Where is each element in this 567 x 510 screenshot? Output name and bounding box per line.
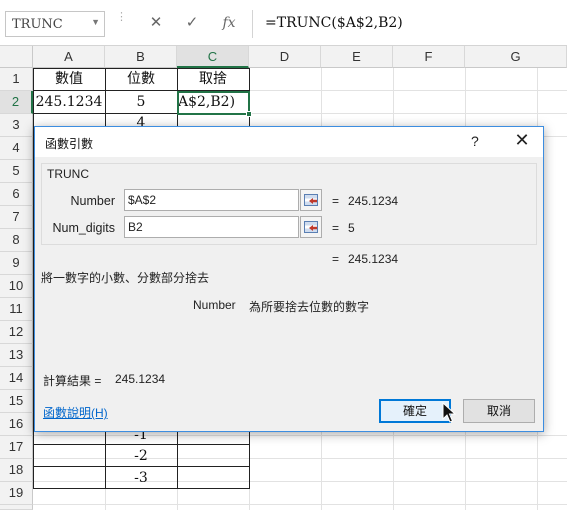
num-digits-result: 5: [348, 221, 355, 235]
row-header-20[interactable]: [0, 505, 33, 510]
cancel-button[interactable]: 取消: [463, 399, 535, 423]
help-icon[interactable]: ?: [471, 133, 479, 149]
function-arguments-dialog: 函數引數 ? ✕ TRUNC Number $A$2 = 245.1234 Nu…: [34, 126, 544, 432]
chevron-down-icon[interactable]: ▼: [91, 17, 100, 27]
close-icon[interactable]: ✕: [511, 130, 533, 152]
column-header-f[interactable]: F: [393, 46, 465, 68]
function-help-link[interactable]: 函數說明(H): [43, 404, 108, 421]
row-header-7[interactable]: 7: [0, 206, 33, 229]
active-cell-outline: [177, 91, 250, 115]
row-header-17[interactable]: 17: [0, 436, 33, 459]
row-header-4[interactable]: 4: [0, 137, 33, 160]
formula-input[interactable]: =TRUNC($A$2,B2): [252, 10, 567, 38]
row-header-16[interactable]: 16: [0, 413, 33, 436]
dialog-title: 函數引數: [45, 137, 94, 151]
equals-sign: =: [332, 194, 340, 208]
arg-description-text: 為所要捨去位數的數字: [249, 300, 370, 314]
name-box-value: TRUNC: [12, 17, 63, 32]
row-header-10[interactable]: 10: [0, 275, 33, 298]
ok-button[interactable]: 確定: [379, 399, 451, 423]
cell-b2[interactable]: 5: [105, 91, 177, 114]
num-digits-field[interactable]: B2: [124, 216, 299, 238]
function-name: TRUNC: [47, 167, 93, 181]
row-header-15[interactable]: 15: [0, 390, 33, 413]
row-header-12[interactable]: 12: [0, 321, 33, 344]
column-header-d[interactable]: D: [249, 46, 321, 68]
number-result: 245.1234: [348, 194, 399, 208]
row-header-14[interactable]: 14: [0, 367, 33, 390]
cell-b19[interactable]: -3: [105, 467, 177, 490]
collapse-dialog-icon[interactable]: [300, 189, 322, 211]
column-header-b[interactable]: B: [105, 46, 177, 68]
row-header-6[interactable]: 6: [0, 183, 33, 206]
checkmark-icon[interactable]: ✓: [181, 12, 203, 34]
collapse-dialog-icon[interactable]: [300, 216, 322, 238]
cell-a2[interactable]: 245.1234: [33, 91, 105, 114]
row-header-18[interactable]: 18: [0, 459, 33, 482]
row-header-8[interactable]: 8: [0, 229, 33, 252]
row-header-13[interactable]: 13: [0, 344, 33, 367]
mouse-cursor-icon: [442, 402, 456, 423]
row-header-5[interactable]: 5: [0, 160, 33, 183]
number-field[interactable]: $A$2: [124, 189, 299, 211]
cell-a1[interactable]: 數值: [33, 68, 105, 91]
dialog-titlebar[interactable]: 函數引數 ? ✕: [35, 127, 543, 157]
arg-description-name: Number: [193, 298, 236, 312]
cell-b18[interactable]: -2: [105, 445, 177, 468]
cell-b1[interactable]: 位數: [105, 68, 177, 91]
number-field-value: $A$2: [128, 193, 157, 207]
column-header-c[interactable]: C: [177, 46, 249, 68]
row-header-11[interactable]: 11: [0, 298, 33, 321]
column-header-e[interactable]: E: [321, 46, 393, 68]
fill-handle[interactable]: [246, 111, 252, 117]
column-header-g[interactable]: G: [465, 46, 567, 68]
drag-handle-icon[interactable]: ⋮: [116, 12, 127, 34]
result-value: 245.1234: [115, 372, 166, 386]
row-header-1[interactable]: 1: [0, 68, 33, 91]
formula-bar: TRUNC ▼ ⋮ ✕ ✓ fx =TRUNC($A$2,B2): [0, 0, 567, 46]
equals-sign: =: [332, 252, 340, 266]
equals-sign: =: [332, 221, 340, 235]
row-header-3[interactable]: 3: [0, 114, 33, 137]
function-description: 將一數字的小數、分數部分捨去: [41, 271, 210, 285]
formula-result: 245.1234: [348, 252, 399, 266]
row-header-9[interactable]: 9: [0, 252, 33, 275]
gridline: [33, 504, 567, 505]
name-box[interactable]: TRUNC ▼: [5, 11, 105, 37]
select-all-corner[interactable]: [0, 46, 33, 68]
arg-label-number: Number: [70, 194, 115, 208]
arg-label-num-digits: Num_digits: [52, 221, 115, 235]
formula-text: =TRUNC($A$2,B2): [265, 15, 403, 31]
result-label: 計算結果 =: [43, 374, 102, 388]
cancel-icon[interactable]: ✕: [145, 12, 167, 34]
row-header-2[interactable]: 2: [0, 91, 33, 114]
num-digits-field-value: B2: [128, 220, 143, 234]
column-header-a[interactable]: A: [33, 46, 105, 68]
cell-c1[interactable]: 取捨: [177, 68, 249, 91]
insert-function-icon[interactable]: fx: [218, 12, 240, 34]
row-header-19[interactable]: 19: [0, 482, 33, 505]
